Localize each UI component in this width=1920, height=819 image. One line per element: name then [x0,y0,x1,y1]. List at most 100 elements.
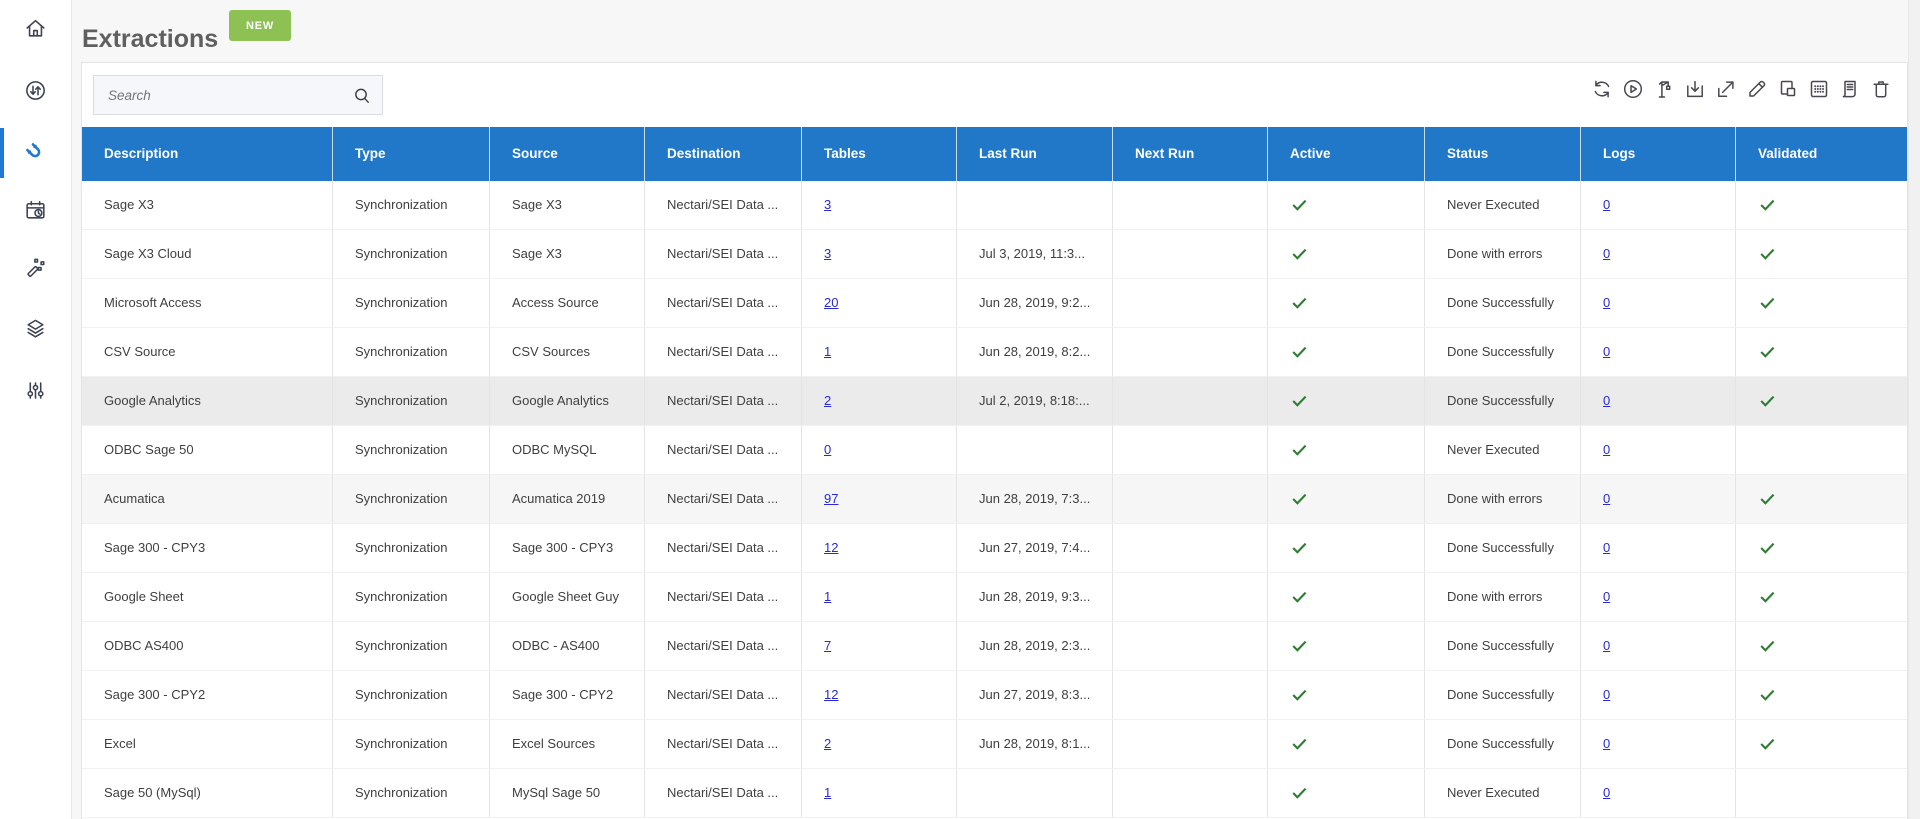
cell-tables-link[interactable]: 1 [824,589,831,604]
cell-logs-link[interactable]: 0 [1603,442,1610,457]
cell-logs-link[interactable]: 0 [1603,687,1610,702]
cell-active [1268,230,1425,278]
cell-tables-link[interactable]: 20 [824,295,838,310]
cell-validated [1736,671,1907,719]
copy-icon[interactable] [1775,77,1800,102]
cell-destination: Nectari/SEI Data ... [645,181,802,229]
cell-tables: 12 [802,671,957,719]
table-row[interactable]: CSV Source Synchronization CSV Sources Nect… [82,328,1907,377]
cell-tables-link[interactable]: 97 [824,491,838,506]
column-header-next-run[interactable]: Next Run [1113,127,1268,181]
magic-wand-icon[interactable] [0,245,71,289]
grid-icon[interactable] [1806,77,1831,102]
run-icon[interactable] [1620,77,1645,102]
cell-description: Google Analytics [82,377,333,425]
cell-tables-link[interactable]: 12 [824,540,838,555]
extractions-table: Description Type Source Destination Tables La… [82,127,1907,818]
cell-logs-link[interactable]: 0 [1603,197,1610,212]
calendar-clock-icon[interactable] [0,188,71,232]
cell-logs-link[interactable]: 0 [1603,393,1610,408]
cell-validated [1736,622,1907,670]
cell-tables-link[interactable]: 12 [824,687,838,702]
cell-tables-link[interactable]: 0 [824,442,831,457]
cell-logs: 0 [1581,230,1736,278]
cell-tables-link[interactable]: 3 [824,197,831,212]
export-icon[interactable] [1713,77,1738,102]
cell-description: Excel [82,720,333,768]
layers-icon[interactable] [0,306,71,350]
cell-logs-link[interactable]: 0 [1603,638,1610,653]
column-header-last-run[interactable]: Last Run [957,127,1113,181]
cell-logs-link[interactable]: 0 [1603,589,1610,604]
table-row[interactable]: Sage X3 Cloud Synchronization Sage X3 Necta… [82,230,1907,279]
refresh-icon[interactable] [1589,77,1614,102]
column-header-source[interactable]: Source [490,127,645,181]
column-header-description[interactable]: Description [82,127,333,181]
cell-next-run [1113,671,1268,719]
check-icon [1290,785,1309,800]
home-icon[interactable] [0,6,71,50]
cell-tables-link[interactable]: 7 [824,638,831,653]
cell-logs-link[interactable]: 0 [1603,540,1610,555]
table-row[interactable]: Acumatica Synchronization Acumatica 2019 Ne… [82,475,1907,524]
download-icon[interactable] [1682,77,1707,102]
column-header-destination[interactable]: Destination [645,127,802,181]
cell-tables-link[interactable]: 1 [824,344,831,359]
cell-tables-link[interactable]: 2 [824,393,831,408]
cell-tables-link[interactable]: 1 [824,785,831,800]
check-icon [1290,344,1309,359]
cell-status: Done with errors [1425,475,1581,523]
new-button[interactable]: NEW [229,10,291,41]
table-row[interactable]: Sage 300 - CPY2 Synchronization Sage 300 -… [82,671,1907,720]
cell-type: Synchronization [333,377,490,425]
log-icon[interactable] [1837,77,1862,102]
search-icon[interactable] [350,84,374,108]
cell-logs-link[interactable]: 0 [1603,736,1610,751]
column-header-status[interactable]: Status [1425,127,1581,181]
column-header-logs[interactable]: Logs [1581,127,1736,181]
table-row[interactable]: Microsoft Access Synchronization Access So… [82,279,1907,328]
cell-active [1268,279,1425,327]
column-header-validated[interactable]: Validated [1736,127,1907,181]
sync-arrows-icon[interactable] [0,68,71,112]
cell-logs-link[interactable]: 0 [1603,785,1610,800]
cell-last-run: Jun 28, 2019, 8:2... [957,328,1113,376]
table-row[interactable]: ODBC Sage 50 Synchronization ODBC MySQL Nec… [82,426,1907,475]
cell-logs-link[interactable]: 0 [1603,344,1610,359]
edit-icon[interactable] [1744,77,1769,102]
table-row[interactable]: Sage 300 - CPY3 Synchronization Sage 300 -… [82,524,1907,573]
table-row[interactable]: ODBC AS400 Synchronization ODBC - AS400 Nec… [82,622,1907,671]
cell-source: Excel Sources [490,720,645,768]
cell-source: Acumatica 2019 [490,475,645,523]
vertical-scrollbar[interactable] [1908,0,1920,819]
cell-source: MySql Sage 50 [490,769,645,817]
cell-source: Sage 300 - CPY3 [490,524,645,572]
sliders-icon[interactable] [0,368,71,412]
cell-type: Synchronization [333,181,490,229]
cell-logs-link[interactable]: 0 [1603,491,1610,506]
cell-tables-link[interactable]: 3 [824,246,831,261]
table-row[interactable]: Google Sheet Synchronization Google Sheet … [82,573,1907,622]
column-header-type[interactable]: Type [333,127,490,181]
table-row[interactable]: Google Analytics Synchronization Google An… [82,377,1907,426]
cell-active [1268,524,1425,572]
table-row[interactable]: Excel Synchronization Excel Sources Nectari… [82,720,1907,769]
cell-validated [1736,573,1907,621]
table-row[interactable]: Sage X3 Synchronization Sage X3 Nectari/SEI… [82,181,1907,230]
delete-icon[interactable] [1868,77,1893,102]
magnet-icon[interactable] [0,130,71,174]
table-row[interactable]: Sage 50 (MySql) Synchronization MySql Sage… [82,769,1907,818]
cell-validated [1736,328,1907,376]
cell-tables-link[interactable]: 2 [824,736,831,751]
check-icon [1758,197,1777,212]
cell-logs-link[interactable]: 0 [1603,246,1610,261]
check-icon [1758,638,1777,653]
check-icon [1290,393,1309,408]
column-header-active[interactable]: Active [1268,127,1425,181]
column-header-tables[interactable]: Tables [802,127,957,181]
cell-tables: 3 [802,230,957,278]
cell-next-run [1113,769,1268,817]
cell-logs-link[interactable]: 0 [1603,295,1610,310]
search-input[interactable] [94,76,382,114]
crane-icon[interactable] [1651,77,1676,102]
